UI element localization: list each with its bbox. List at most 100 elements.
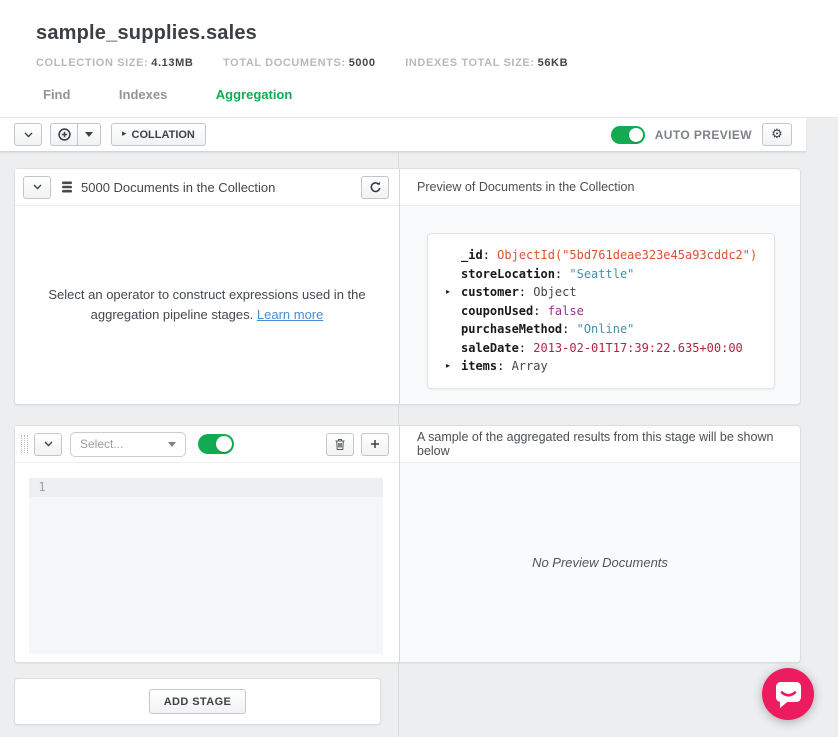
chevron-down-icon <box>24 132 33 138</box>
field-colon: : <box>483 248 497 262</box>
plus-circle-icon <box>58 128 71 141</box>
expand-arrow-icon[interactable]: ▸ <box>446 357 450 376</box>
page-title: sample_supplies.sales <box>36 22 838 45</box>
caret-down-icon <box>85 132 93 137</box>
document-field-storeLocation[interactable]: ▸storeLocation: "Seattle" <box>428 265 774 284</box>
field-value: "Online" <box>577 322 635 336</box>
stage-operator-placeholder: Select... <box>80 437 168 451</box>
stage-header: Select... <box>15 426 399 463</box>
plus-icon <box>370 439 380 449</box>
field-colon: : <box>555 267 569 281</box>
field-value: ObjectId("5bd761deae323e45a93cddc2") <box>497 248 757 262</box>
input-pane-title: 5000 Documents in the Collection <box>81 180 275 195</box>
document-field-couponUsed[interactable]: ▸couponUsed: false <box>428 302 774 321</box>
add-stage-after-button[interactable] <box>361 433 389 456</box>
chevron-down-icon <box>33 184 42 190</box>
stage-actions <box>326 433 389 456</box>
document-field-purchaseMethod[interactable]: ▸purchaseMethod: "Online" <box>428 320 774 339</box>
collection-stats: COLLECTION SIZE:4.13MB TOTAL DOCUMENTS:5… <box>36 57 838 69</box>
chat-launcher-button[interactable] <box>762 668 814 720</box>
editor-line-number: 1 <box>29 478 55 497</box>
pipeline-input-row: 5000 Documents in the Collection Select … <box>14 168 801 405</box>
input-pane: 5000 Documents in the Collection Select … <box>15 169 399 404</box>
collapse-input-button[interactable] <box>23 176 51 199</box>
document-field-saleDate[interactable]: ▸saleDate: 2013-02-01T17:39:22.635+00:00 <box>428 339 774 358</box>
document-field-items[interactable]: ▸ items: Array <box>428 357 774 376</box>
delete-stage-button[interactable] <box>326 433 354 456</box>
field-key: purchaseMethod <box>461 322 562 336</box>
learn-more-link[interactable]: Learn more <box>257 307 323 322</box>
field-colon: : <box>497 359 511 373</box>
field-colon: : <box>562 322 576 336</box>
stage-code-editor[interactable]: 1 <box>29 478 383 654</box>
add-stage-menu-button[interactable] <box>77 123 101 146</box>
stage-operator-select[interactable]: Select... <box>70 432 186 457</box>
database-icon <box>61 181 73 194</box>
stat-indexes-total-size: INDEXES TOTAL SIZE:56KB <box>405 57 568 69</box>
add-stage-button-group <box>50 123 101 146</box>
field-value: 2013-02-01T17:39:22.635+00:00 <box>533 341 743 355</box>
field-colon: : <box>519 285 533 299</box>
operator-placeholder: Select an operator to construct expressi… <box>15 206 399 404</box>
field-value: "Seattle" <box>569 267 634 281</box>
trash-icon <box>334 438 346 451</box>
collation-button[interactable]: ▸ COLLATION <box>111 123 206 146</box>
tab-find[interactable]: Find <box>43 87 70 102</box>
stage-preview-header: A sample of the aggregated results from … <box>400 426 800 463</box>
toolbar-right: AUTO PREVIEW ⚙ <box>611 123 792 146</box>
auto-preview-toggle[interactable] <box>611 126 645 144</box>
chat-bubble-icon <box>762 668 814 720</box>
collection-preview-body: ▸ _id: ObjectId("5bd761deae323e45a93cddc2… <box>400 206 800 404</box>
field-key: couponUsed <box>461 304 533 318</box>
caret-down-icon <box>168 442 176 447</box>
collection-header: sample_supplies.sales COLLECTION SIZE:4.… <box>0 0 838 118</box>
field-key: storeLocation <box>461 267 555 281</box>
add-stage-button[interactable]: ADD STAGE <box>149 689 247 714</box>
stat-collection-size: COLLECTION SIZE:4.13MB <box>36 57 197 69</box>
pipeline-builder: 5000 Documents in the Collection Select … <box>0 152 838 737</box>
document-field-customer[interactable]: ▸ customer: Object <box>428 283 774 302</box>
no-preview-text: No Preview Documents <box>532 555 668 570</box>
input-pane-header: 5000 Documents in the Collection <box>15 169 399 206</box>
pipeline-toolbar: ▸ COLLATION AUTO PREVIEW ⚙ <box>0 118 806 152</box>
add-stage-row: ADD STAGE <box>14 678 381 725</box>
settings-button[interactable]: ⚙ <box>762 123 792 146</box>
field-colon: : <box>519 341 533 355</box>
editor-active-line: 1 <box>29 478 383 497</box>
collation-expand-icon: ▸ <box>122 130 127 139</box>
tab-indexes[interactable]: Indexes <box>119 87 167 102</box>
stage-preview-body: No Preview Documents <box>400 463 800 662</box>
field-value: Array <box>512 359 548 373</box>
document-card[interactable]: ▸ _id: ObjectId("5bd761deae323e45a93cddc2… <box>427 233 775 389</box>
tab-aggregation[interactable]: Aggregation <box>216 87 293 102</box>
field-colon: : <box>533 304 547 318</box>
collection-preview-header: Preview of Documents in the Collection <box>400 169 800 206</box>
add-stage-plus-button[interactable] <box>50 123 78 146</box>
collapse-pipeline-button[interactable] <box>14 123 42 146</box>
stage-drag-handle-icon[interactable] <box>21 435 28 453</box>
gear-icon: ⚙ <box>771 127 783 142</box>
chevron-down-icon <box>44 441 53 447</box>
stage-preview-title: A sample of the aggregated results from … <box>417 430 790 458</box>
expand-arrow-icon[interactable]: ▸ <box>446 283 450 302</box>
refresh-documents-button[interactable] <box>361 176 389 199</box>
stage-preview-pane: A sample of the aggregated results from … <box>399 426 800 662</box>
stat-total-documents: TOTAL DOCUMENTS:5000 <box>223 57 379 69</box>
field-key: _id <box>461 248 483 262</box>
field-value: false <box>548 304 584 318</box>
collection-tabs: Find Indexes Aggregation <box>36 86 838 104</box>
document-field-_id[interactable]: ▸_id: ObjectId("5bd761deae323e45a93cddc2… <box>428 246 774 265</box>
stage-editor-pane: Select... <box>15 426 399 662</box>
compass-collection-view: sample_supplies.sales COLLECTION SIZE:4.… <box>0 0 838 737</box>
pipeline-stage-row: Select... <box>14 425 801 663</box>
stage-enabled-toggle[interactable] <box>198 434 234 454</box>
field-key: customer <box>461 285 519 299</box>
field-key: saleDate <box>461 341 519 355</box>
collection-preview-pane: Preview of Documents in the Collection ▸… <box>399 169 800 404</box>
field-key: items <box>461 359 497 373</box>
refresh-icon <box>369 181 382 194</box>
collapse-stage-button[interactable] <box>34 433 62 456</box>
field-value: Object <box>533 285 576 299</box>
auto-preview-label: AUTO PREVIEW <box>655 128 752 142</box>
collection-preview-title: Preview of Documents in the Collection <box>417 180 634 194</box>
